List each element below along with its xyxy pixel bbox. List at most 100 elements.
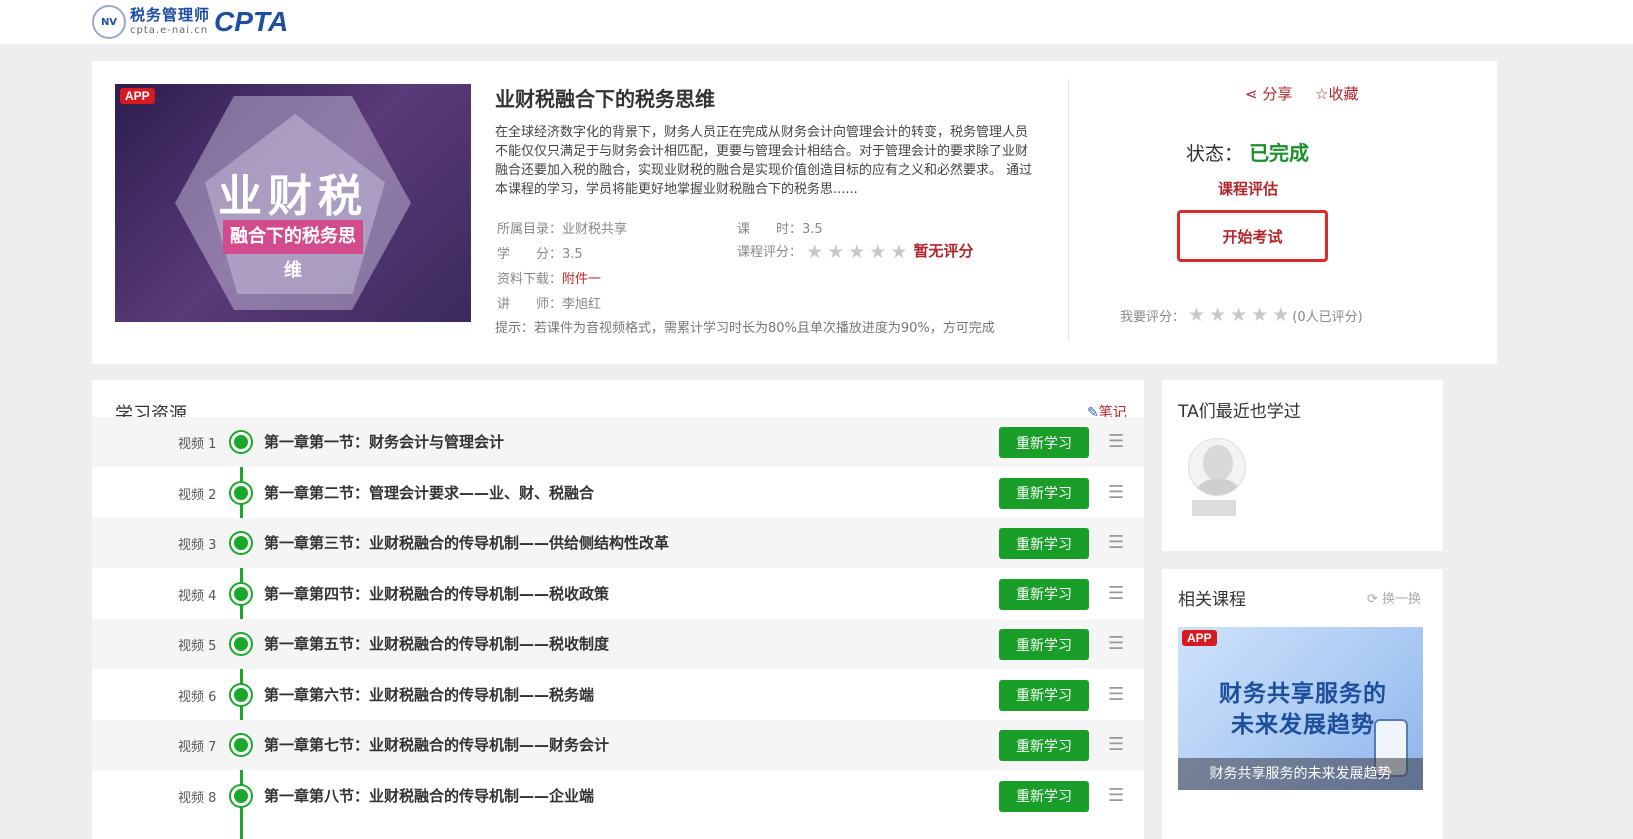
rating-count: (0人已评分): [1292, 310, 1363, 325]
relearn-button[interactable]: 重新学习: [999, 427, 1089, 458]
panel-divider: [1068, 79, 1069, 341]
list-menu-icon[interactable]: ☰: [1108, 634, 1128, 654]
blurred-username: [1192, 500, 1236, 516]
lesson-row[interactable]: 视频 6 第一章第六节：业财税融合的传导机制——税务端 重新学习 ☰: [92, 670, 1144, 720]
lesson-row[interactable]: 视频 1 第一章第一节：财务会计与管理会计 重新学习 ☰: [92, 417, 1144, 467]
relearn-button[interactable]: 重新学习: [999, 629, 1089, 660]
lesson-title[interactable]: 第一章第一节：财务会计与管理会计: [264, 431, 504, 452]
logo-en-text: CPTA: [214, 6, 289, 37]
relearn-button[interactable]: 重新学习: [999, 528, 1089, 559]
star-icon: ★: [848, 241, 866, 263]
meta-category: 所属目录：业财税共享: [497, 222, 628, 237]
lesson-title[interactable]: 第一章第三节：业财税融合的传导机制——供给侧结构性改革: [264, 532, 669, 553]
course-title: 业财税融合下的税务思维: [495, 87, 715, 111]
related-courses-panel: 相关课程 ⟳ 换一换 APP 财务共享服务的未来发展趋势 财务共享服务的未来发展…: [1162, 569, 1443, 839]
lesson-row[interactable]: 视频 4 第一章第四节：业财税融合的传导机制——税收政策 重新学习 ☰: [92, 569, 1144, 619]
top-bar: NV 税务管理师 cpta.e-nai.cn CPTA: [0, 0, 1633, 44]
star-icon: ★: [869, 241, 887, 263]
no-rating-text: 暂无评分: [913, 242, 974, 260]
lesson-index-label: 视频 1: [178, 437, 217, 452]
list-menu-icon[interactable]: ☰: [1108, 684, 1128, 705]
logo-seal-icon: NV: [92, 5, 126, 39]
lesson-row[interactable]: 视频 3 第一章第三节：业财税融合的传导机制——供给侧结构性改革 重新学习 ☰: [92, 518, 1144, 568]
list-menu-icon[interactable]: ☰: [1108, 482, 1128, 503]
star-icon[interactable]: ★: [1209, 306, 1226, 325]
meta-hours: 课 时：3.5: [737, 222, 823, 237]
lesson-row[interactable]: 视频 8 第一章第八节：业财税融合的传导机制——企业端 重新学习 ☰: [92, 771, 1144, 821]
course-rating-stars: ★ ★ ★ ★ ★: [806, 243, 907, 262]
share-icon: ⋖: [1245, 85, 1258, 103]
star-icon[interactable]: ★: [1272, 306, 1289, 325]
my-rating: 我要评分： ★ ★ ★ ★ ★ (0人已评分): [1120, 304, 1363, 326]
list-menu-icon[interactable]: ☰: [1108, 583, 1128, 604]
lesson-row[interactable]: 视频 5 第一章第五节：业财税融合的传导机制——税收制度 重新学习 ☰: [92, 619, 1144, 669]
timeline-dot-icon: [229, 430, 253, 454]
avatar[interactable]: [1188, 438, 1246, 516]
logo-cn-text: 税务管理师: [130, 6, 211, 24]
my-rating-stars[interactable]: ★ ★ ★ ★ ★: [1188, 306, 1289, 325]
logo-url-text: cpta.e-nai.cn: [130, 25, 209, 36]
app-badge: APP: [1182, 630, 1217, 646]
star-icon: ★: [890, 241, 908, 263]
star-icon[interactable]: ★: [1251, 306, 1268, 325]
meta-teacher: 讲 师：李旭红: [497, 297, 602, 312]
share-button[interactable]: ⋖ 分享: [1245, 83, 1292, 104]
list-menu-icon[interactable]: ☰: [1108, 533, 1128, 553]
recent-learners-panel: TA们最近也学过: [1162, 380, 1443, 551]
lesson-index-label: 视频 7: [178, 740, 217, 755]
lesson-index-label: 视频 4: [178, 588, 217, 604]
collect-button[interactable]: ☆收藏: [1315, 83, 1358, 104]
related-courses-title: 相关课程: [1178, 590, 1246, 610]
cover-subtitle-text: 融合下的税务思维: [223, 220, 363, 281]
timeline-dot-icon: [229, 733, 253, 757]
list-menu-icon[interactable]: ☰: [1108, 432, 1128, 452]
lesson-row[interactable]: 视频 2 第一章第二节：管理会计要求——业、财、税融合 重新学习 ☰: [92, 468, 1144, 518]
relearn-button[interactable]: 重新学习: [999, 477, 1089, 509]
avatar-placeholder-icon: [1188, 438, 1246, 496]
lesson-title[interactable]: 第一章第六节：业财税融合的传导机制——税务端: [264, 684, 594, 705]
star-icon[interactable]: ★: [1230, 306, 1247, 325]
lesson-index-label: 视频 6: [178, 689, 217, 705]
star-icon[interactable]: ★: [1188, 306, 1205, 325]
relearn-button[interactable]: 重新学习: [999, 730, 1089, 761]
course-evaluate-link[interactable]: 课程评估: [1218, 178, 1278, 199]
meta-download: 资料下载：附件一: [497, 272, 602, 287]
learning-resources-panel: 学习资源 ✎笔记 视频 1 第一章第一节：财务会计与管理会计 重新学习 ☰ 视频 2 第一…: [92, 380, 1144, 839]
timeline-dot-icon: [229, 783, 253, 808]
cover-title-text: 业财税: [218, 171, 368, 222]
lesson-title[interactable]: 第一章第八节：业财税融合的传导机制——企业端: [264, 785, 594, 806]
course-description: 在全球经济数字化的背景下，财务人员正在完成从财务会计向管理会计的转变，税务管理人…: [495, 125, 1033, 197]
lesson-title[interactable]: 第一章第四节：业财税融合的传导机制——税收政策: [264, 583, 609, 604]
relearn-button[interactable]: 重新学习: [999, 679, 1089, 711]
list-menu-icon[interactable]: ☰: [1108, 735, 1128, 755]
lesson-row[interactable]: 视频 7 第一章第七节：业财税融合的传导机制——财务会计 重新学习 ☰: [92, 720, 1144, 770]
related-course-card[interactable]: APP 财务共享服务的未来发展趋势 财务共享服务的未来发展趋势: [1178, 627, 1423, 790]
lesson-title[interactable]: 第一章第五节：业财税融合的传导机制——税收制度: [264, 633, 609, 654]
start-exam-button[interactable]: 开始考试: [1177, 210, 1328, 262]
timeline-dot-icon: [229, 531, 253, 555]
refresh-icon: ⟳: [1367, 592, 1378, 607]
related-cover-title: 财务共享服务的未来发展趋势: [1219, 681, 1387, 738]
related-course-caption: 财务共享服务的未来发展趋势: [1178, 758, 1423, 790]
lesson-title[interactable]: 第一章第二节：管理会计要求——业、财、税融合: [264, 482, 594, 503]
course-cover-image: APP 业财税 融合下的税务思维: [115, 84, 471, 322]
lesson-index-label: 视频 5: [178, 639, 217, 654]
attachment-link[interactable]: 附件一: [562, 272, 601, 287]
completion-tip: 提示：若课件为音视频格式，需累计学习时长为80%且单次播放进度为90%，方可完成: [495, 321, 995, 336]
lesson-index-label: 视频 3: [178, 538, 217, 553]
timeline-dot-icon: [229, 632, 253, 656]
course-status: 状态： 已完成: [1186, 141, 1310, 165]
lesson-title[interactable]: 第一章第七节：业财税融合的传导机制——财务会计: [264, 734, 609, 755]
site-logo[interactable]: NV 税务管理师 cpta.e-nai.cn CPTA: [92, 4, 288, 40]
refresh-button[interactable]: ⟳ 换一换: [1367, 588, 1421, 607]
app-badge: APP: [120, 88, 155, 104]
star-outline-icon: ☆: [1315, 85, 1329, 103]
lesson-index-label: 视频 8: [178, 790, 217, 806]
lesson-index-label: 视频 2: [178, 487, 217, 503]
relearn-button[interactable]: 重新学习: [999, 780, 1089, 812]
recent-learners-title: TA们最近也学过: [1178, 402, 1301, 422]
list-menu-icon[interactable]: ☰: [1108, 785, 1128, 806]
timeline-dot-icon: [229, 480, 253, 505]
relearn-button[interactable]: 重新学习: [999, 578, 1089, 610]
star-icon: ★: [806, 241, 824, 263]
